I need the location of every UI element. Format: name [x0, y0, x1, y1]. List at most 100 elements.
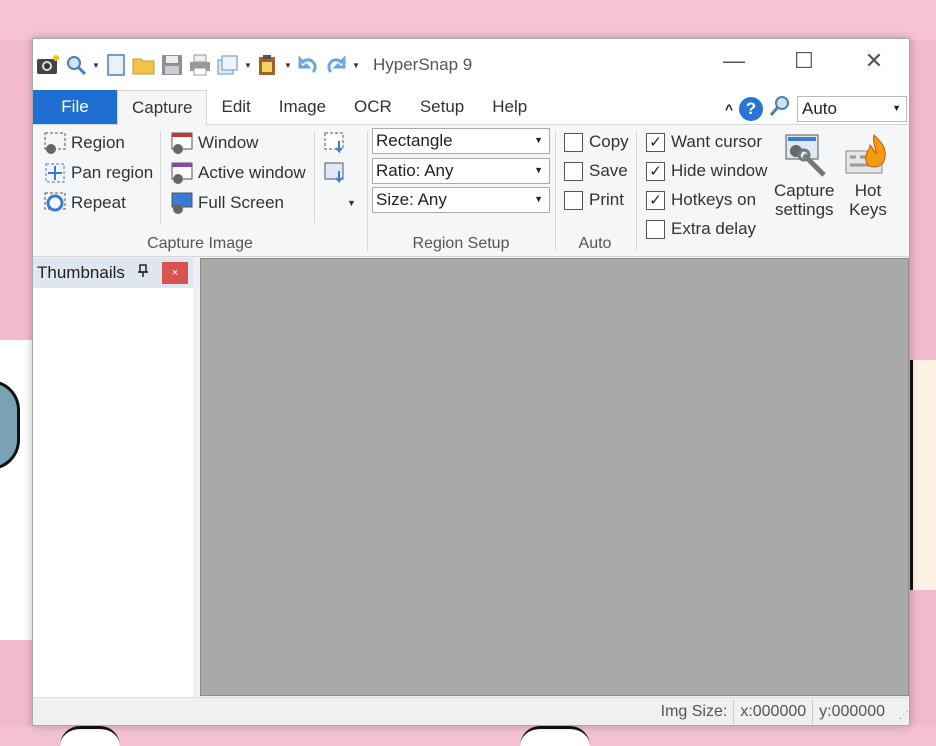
extra-delay-label: Extra delay	[671, 219, 757, 238]
window-title: HyperSnap 9	[373, 55, 473, 74]
tab-ocr[interactable]: OCR	[340, 90, 406, 124]
repeat-button[interactable]: Repeat	[43, 189, 126, 217]
checkbox-box	[564, 161, 583, 181]
extra-delay-checkbox[interactable]: Extra delay	[646, 219, 756, 239]
group-capture-options: ✓ Want cursor ✓ Hide window ✓ Hotkeys on…	[636, 125, 902, 257]
tab-file[interactable]: File	[33, 90, 117, 124]
checkbox-box	[646, 219, 665, 239]
pan-region-label: Pan region	[71, 163, 154, 182]
auto-print-checkbox[interactable]: Print	[564, 190, 624, 210]
active-window-label: Active window	[198, 163, 306, 182]
full-screen-label: Full Screen	[198, 193, 284, 212]
region-button[interactable]: Region	[43, 129, 125, 157]
customize-toolbar-icon[interactable]: ▼	[351, 61, 361, 70]
tab-image[interactable]: Image	[265, 90, 340, 124]
active-window-button[interactable]: Active window	[170, 159, 306, 187]
maximize-icon[interactable]: ☐	[769, 39, 839, 83]
window-icon	[170, 131, 194, 155]
full-screen-button[interactable]: Full Screen	[170, 189, 284, 217]
capture-settings-button[interactable]: Capture settings	[774, 131, 834, 219]
pan-region-button[interactable]: Pan region	[43, 159, 153, 187]
size-select[interactable]: Size: Any ▼	[372, 187, 550, 213]
minimize-icon[interactable]: —	[699, 39, 769, 83]
open-icon[interactable]	[131, 51, 157, 79]
active-window-icon	[170, 161, 194, 185]
auto-scroll-icon	[323, 161, 347, 185]
close-icon[interactable]: ✕	[839, 39, 909, 83]
group-region-setup: Rectangle ▼ Ratio: Any ▼ Size: Any ▼ Reg…	[367, 125, 555, 257]
auto-save-checkbox[interactable]: Save	[564, 161, 628, 181]
auto-copy-checkbox[interactable]: Copy	[564, 132, 629, 152]
hotkeys-on-checkbox[interactable]: ✓ Hotkeys on	[646, 190, 756, 210]
help-icon[interactable]: ?	[739, 96, 763, 121]
auto-print-label: Print	[589, 190, 624, 209]
x-coordinate: x:000000	[733, 699, 812, 724]
auto-copy-label: Copy	[589, 132, 629, 151]
checkmark-icon: ✓	[646, 161, 665, 181]
hot-keys-button[interactable]: Hot Keys	[844, 131, 892, 219]
save-icon[interactable]	[159, 51, 185, 79]
window-controls: — ☐ ✕	[699, 39, 909, 83]
print-icon[interactable]	[187, 51, 213, 79]
copy-dropdown-icon[interactable]: ▼	[243, 61, 253, 70]
group-auto: Copy Save Print Auto	[555, 125, 635, 257]
hot-keys-label-2: Keys	[849, 200, 887, 219]
hot-keys-flame-icon	[844, 131, 892, 181]
tab-help[interactable]: Help	[478, 90, 541, 124]
checkmark-icon: ✓	[646, 190, 665, 210]
capture-settings-icon	[780, 131, 828, 181]
thumbnails-pane: Thumbnails ×	[33, 258, 193, 698]
chevron-down-icon: ▼	[534, 135, 543, 145]
tab-edit[interactable]: Edit	[207, 90, 264, 124]
pan-region-icon	[43, 161, 67, 185]
chevron-down-icon: ▼	[534, 165, 543, 175]
group-label-auto: Auto	[578, 235, 612, 252]
capture-settings-label-2: settings	[774, 200, 834, 219]
pin-icon[interactable]	[137, 264, 149, 281]
hide-window-checkbox[interactable]: ✓ Hide window	[646, 161, 767, 181]
resize-grip-icon[interactable]: ⋰	[891, 703, 909, 721]
copy-icon[interactable]	[215, 51, 241, 79]
paste-icon[interactable]	[255, 51, 281, 79]
zoom-level-select[interactable]: Auto ▼	[797, 95, 907, 122]
group-capture-image: Region Pan region Repeat Window Active w…	[33, 125, 367, 257]
size-value: Size: Any	[376, 190, 447, 209]
capture-extra-button-1[interactable]	[323, 129, 347, 157]
capture-extra-button-2[interactable]	[323, 159, 347, 187]
wallpaper-right	[910, 360, 936, 590]
tab-capture[interactable]: Capture	[117, 90, 208, 125]
window-button[interactable]: Window	[170, 129, 258, 157]
wallpaper-left	[0, 340, 32, 640]
scroll-capture-icon	[323, 131, 347, 155]
y-coordinate: y:000000	[812, 699, 891, 724]
window-label: Window	[198, 133, 259, 152]
collapse-ribbon-icon[interactable]: ^	[725, 101, 733, 117]
ribbon-tabs: File Capture Edit Image OCR Setup Help ^…	[33, 90, 909, 125]
paste-dropdown-icon[interactable]: ▼	[283, 61, 293, 70]
image-canvas[interactable]	[200, 258, 909, 696]
ribbon-right-tools: ^ ? Auto ▼	[725, 95, 907, 122]
camera-icon[interactable]	[35, 51, 61, 79]
checkbox-box	[564, 132, 583, 152]
redo-icon[interactable]	[323, 51, 349, 79]
region-shape-select[interactable]: Rectangle ▼	[372, 128, 550, 154]
more-captures-dropdown-icon[interactable]: ▼	[347, 189, 356, 217]
want-cursor-checkbox[interactable]: ✓ Want cursor	[646, 132, 762, 152]
close-thumbnails-button[interactable]: ×	[162, 262, 188, 284]
tab-setup[interactable]: Setup	[406, 90, 478, 124]
undo-icon[interactable]	[295, 51, 321, 79]
quick-access-toolbar: ▼ ▼ ▼ ▼	[33, 51, 361, 79]
title-bar: ▼ ▼ ▼ ▼ HyperSnap 9 — ☐ ✕	[33, 39, 909, 91]
separator	[160, 131, 161, 223]
group-label-capture-image: Capture Image	[147, 235, 253, 252]
region-shape-value: Rectangle	[376, 131, 453, 150]
zoom-dropdown-icon[interactable]: ▼	[91, 61, 101, 70]
new-icon[interactable]	[103, 51, 129, 79]
zoom-level-value: Auto	[802, 98, 837, 118]
ratio-value: Ratio: Any	[376, 161, 454, 180]
wallpaper-bottom	[0, 726, 936, 746]
workspace: Thumbnails ×	[33, 258, 909, 698]
zoom-icon-small[interactable]	[769, 95, 791, 122]
zoom-icon[interactable]	[63, 51, 89, 79]
ratio-select[interactable]: Ratio: Any ▼	[372, 158, 550, 184]
